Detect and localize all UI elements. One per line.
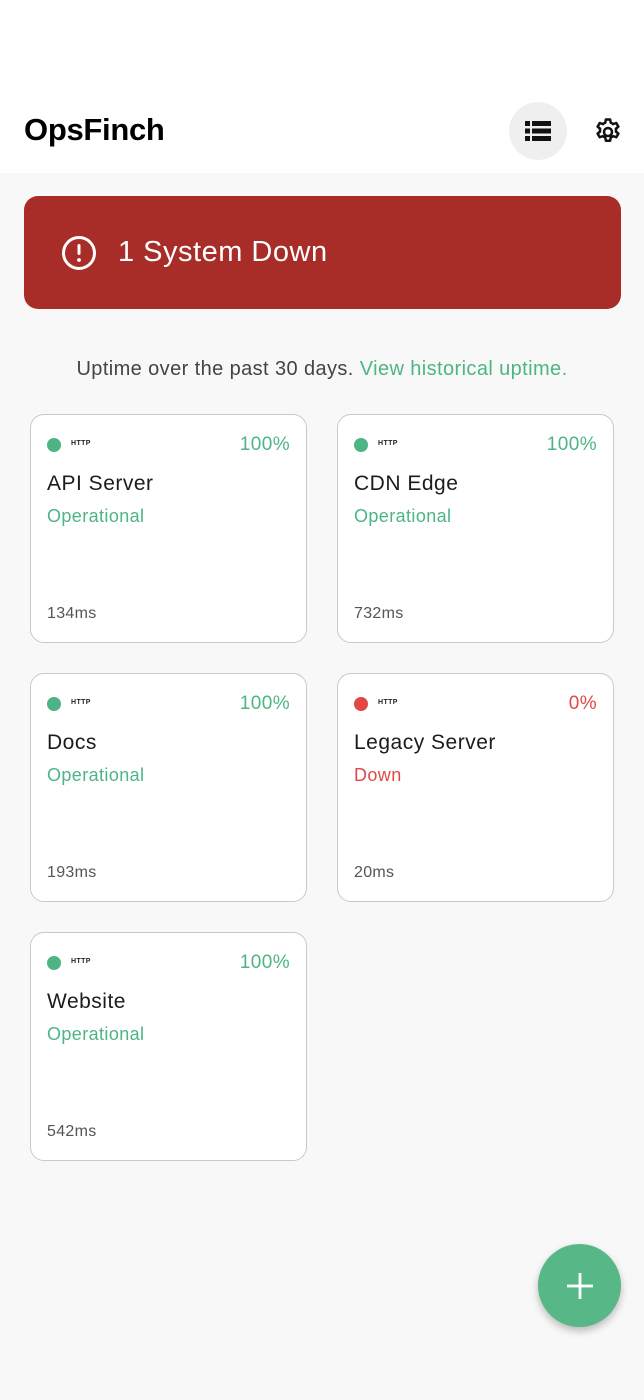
plus-icon xyxy=(566,1272,593,1299)
response-time: 20ms xyxy=(354,864,395,881)
monitor-card[interactable]: HTTP 100% CDN Edge Operational 732ms xyxy=(337,414,614,643)
protocol-label: HTTP xyxy=(71,958,91,965)
status-dot xyxy=(47,438,61,452)
exclamation-circle-icon xyxy=(62,235,96,270)
monitor-name: API Server xyxy=(47,472,154,495)
status-dot xyxy=(47,956,61,970)
response-time: 732ms xyxy=(354,605,404,622)
alert-text: 1 System Down xyxy=(118,236,328,268)
monitor-card[interactable]: HTTP 100% Website Operational 542ms xyxy=(30,932,307,1161)
list-view-button[interactable] xyxy=(509,102,567,160)
protocol-label: HTTP xyxy=(71,440,91,447)
protocol-label: HTTP xyxy=(378,440,398,447)
status-dot xyxy=(354,697,368,711)
app-header: OpsFinch xyxy=(0,0,644,173)
uptime-summary: Uptime over the past 30 days. View histo… xyxy=(0,358,644,381)
monitor-card[interactable]: HTTP 100% API Server Operational 134ms xyxy=(30,414,307,643)
monitor-name: Website xyxy=(47,990,126,1013)
monitor-status: Operational xyxy=(47,1024,145,1044)
monitor-status: Operational xyxy=(47,506,145,526)
protocol-label: HTTP xyxy=(378,699,398,706)
uptime-text: Uptime over the past 30 days. xyxy=(76,358,354,380)
monitor-status: Down xyxy=(354,765,402,785)
historical-uptime-link[interactable]: View historical uptime. xyxy=(360,358,568,380)
uptime-percent: 100% xyxy=(239,693,290,714)
gear-icon xyxy=(596,118,620,142)
system-down-banner[interactable]: 1 System Down xyxy=(24,196,621,309)
monitor-name: Docs xyxy=(47,731,97,754)
monitor-card[interactable]: HTTP 0% Legacy Server Down 20ms xyxy=(337,673,614,902)
add-monitor-button[interactable] xyxy=(538,1244,621,1327)
status-dot xyxy=(354,438,368,452)
monitor-name: Legacy Server xyxy=(354,731,496,754)
protocol-label: HTTP xyxy=(71,699,91,706)
uptime-percent: 100% xyxy=(239,434,290,455)
response-time: 134ms xyxy=(47,605,97,622)
monitor-status: Operational xyxy=(354,506,452,526)
uptime-percent: 0% xyxy=(568,693,597,714)
response-time: 193ms xyxy=(47,864,97,881)
response-time: 542ms xyxy=(47,1123,97,1140)
app-title: OpsFinch xyxy=(24,112,165,147)
uptime-percent: 100% xyxy=(546,434,597,455)
list-icon xyxy=(525,121,551,141)
settings-button[interactable] xyxy=(588,112,628,152)
monitor-card[interactable]: HTTP 100% Docs Operational 193ms xyxy=(30,673,307,902)
monitor-name: CDN Edge xyxy=(354,472,459,495)
uptime-percent: 100% xyxy=(239,952,290,973)
monitor-status: Operational xyxy=(47,765,145,785)
status-dot xyxy=(47,697,61,711)
